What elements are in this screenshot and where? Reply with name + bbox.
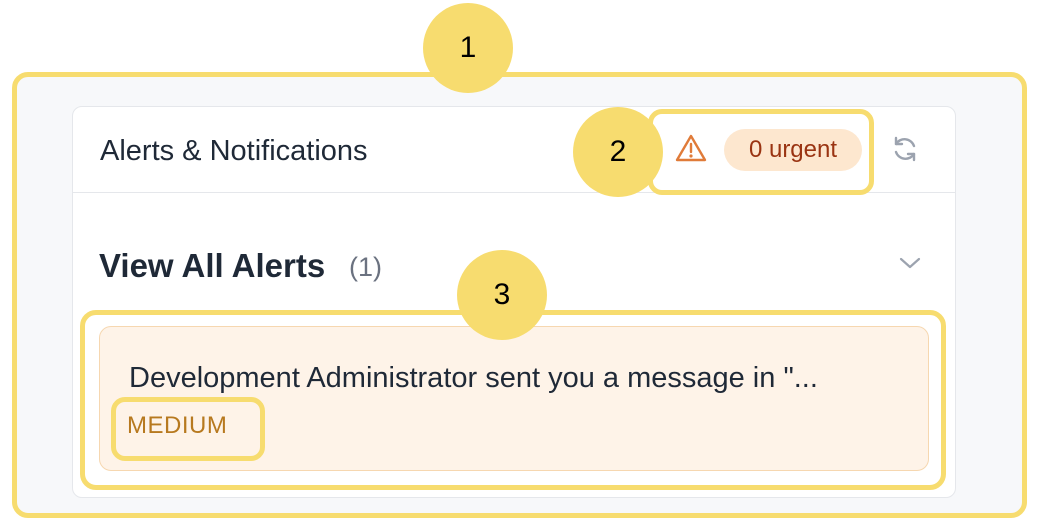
urgent-count-badge: 0 urgent <box>724 129 862 171</box>
annotation-marker-1: 1 <box>423 3 513 93</box>
alert-count: (1) <box>349 252 382 282</box>
warning-triangle-icon <box>675 134 707 162</box>
annotation-marker-3: 3 <box>457 250 547 340</box>
card-title: Alerts & Notifications <box>100 135 368 167</box>
alert-message: Development Administrator sent you a mes… <box>129 362 818 394</box>
annotation-marker-2: 2 <box>573 107 663 197</box>
chevron-down-icon[interactable] <box>898 255 922 271</box>
priority-badge: MEDIUM <box>127 412 228 439</box>
view-all-alerts-toggle[interactable]: View All Alerts <box>99 247 325 285</box>
refresh-icon[interactable] <box>890 134 920 164</box>
